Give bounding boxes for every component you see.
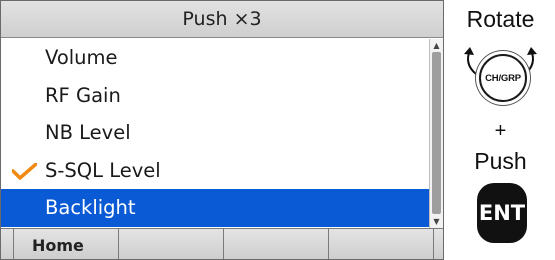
softkey-spacer — [1, 229, 14, 259]
menu-item-label: NB Level — [45, 121, 131, 144]
radio-display: Push ×3 Volume RF Gain NB Level S-SQL Le… — [0, 0, 444, 260]
instruction-panel: Rotate CH/GRP + Push ENT — [446, 0, 555, 260]
menu-item-rf-gain[interactable]: RF Gain — [1, 77, 429, 115]
menu-item-backlight[interactable]: Backlight — [1, 189, 429, 227]
softkey-3[interactable] — [224, 229, 329, 259]
ent-key[interactable]: ENT — [477, 183, 527, 243]
scroll-down-icon[interactable]: ▼ — [432, 217, 441, 226]
menu-item-s-sql-level[interactable]: S-SQL Level — [1, 152, 429, 190]
menu-item-label: RF Gain — [45, 83, 121, 107]
knob-label: CH/GRP — [485, 72, 521, 84]
scroll-thumb[interactable] — [432, 52, 441, 214]
menu-item-label: Volume — [45, 46, 118, 69]
checkmark-icon — [12, 162, 37, 180]
home-softkey[interactable]: Home — [14, 229, 119, 259]
rotate-instruction: Rotate — [466, 6, 535, 32]
push-instruction: Push — [474, 148, 527, 174]
softkey-4[interactable] — [329, 229, 434, 259]
menu-list: Volume RF Gain NB Level S-SQL Level Back… — [1, 39, 429, 227]
softkey-bar: Home — [1, 228, 443, 259]
menu-item-volume[interactable]: Volume — [1, 39, 429, 77]
plus-sign: + — [494, 120, 507, 142]
menu-item-label: Backlight — [45, 196, 136, 219]
scrollbar[interactable]: ▲ ▼ — [429, 39, 443, 228]
softkey-2[interactable] — [119, 229, 224, 259]
menu-item-label: S-SQL Level — [45, 158, 161, 182]
menu-item-nb-level[interactable]: NB Level — [1, 114, 429, 152]
ent-key-label: ENT — [478, 201, 526, 225]
scroll-up-icon[interactable]: ▲ — [432, 41, 441, 50]
ch-grp-knob[interactable]: CH/GRP — [479, 54, 527, 102]
screen-title: Push ×3 — [1, 1, 443, 38]
